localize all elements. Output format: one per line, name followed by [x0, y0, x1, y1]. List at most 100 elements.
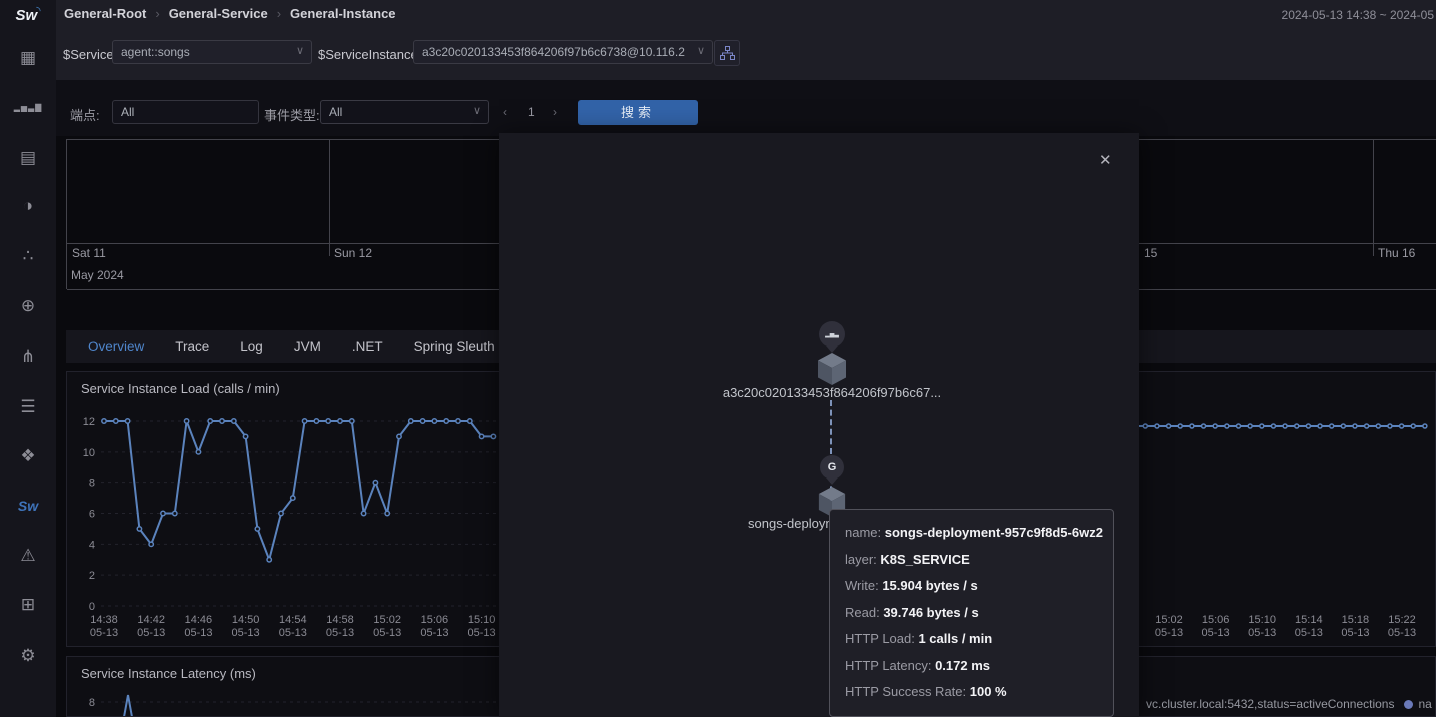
skywalking-logo-icon[interactable]: Sw	[0, 494, 56, 518]
tooltip-body: name: songs-deployment-957c9f8d5-6wz26la…	[845, 520, 1103, 706]
svg-text:05-13: 05-13	[373, 627, 401, 639]
svg-text:15:02: 15:02	[373, 614, 401, 626]
search-button[interactable]: 搜索	[578, 100, 698, 125]
instance-node-cube-icon[interactable]	[816, 352, 848, 386]
chevron-down-icon: ∨	[296, 40, 304, 62]
svg-text:14:50: 14:50	[232, 614, 260, 626]
next-page-button[interactable]: ›	[553, 100, 557, 124]
svg-text:8: 8	[89, 697, 95, 709]
endpoint-input[interactable]: All	[112, 100, 259, 124]
marketplace-icon[interactable]: ▦	[0, 46, 56, 70]
breadcrumb: General-Root›General-Service›General-Ins…	[64, 6, 396, 21]
prev-page-button[interactable]: ‹	[503, 100, 507, 124]
trace-topology-icon[interactable]: ❖	[0, 444, 56, 468]
svg-text:05-13: 05-13	[1388, 627, 1416, 639]
timeline-day-label: Thu 16	[1374, 246, 1415, 260]
service-select[interactable]: agent::songs ∨	[112, 40, 312, 64]
breadcrumb-service[interactable]: General-Service	[169, 6, 268, 21]
widgets-add-icon[interactable]: ⊞	[0, 593, 56, 617]
endpoint-label: 端点:	[70, 105, 100, 124]
tab-trace[interactable]: Trace	[175, 339, 209, 354]
tooltip-row: Write: 15.904 bytes / s	[845, 573, 1103, 600]
timeline-day-label: 15	[1140, 246, 1157, 260]
svg-text:15:10: 15:10	[468, 614, 496, 626]
tooltip-row: Read: 39.746 bytes / s	[845, 600, 1103, 627]
legend-series-name: na	[1418, 697, 1431, 711]
tab-log[interactable]: Log	[240, 339, 263, 354]
svg-text:15:06: 15:06	[1202, 614, 1230, 626]
topology-icon[interactable]: ⋔	[0, 345, 56, 369]
logo-swoosh-icon: ◝	[36, 5, 40, 17]
breadcrumb-root[interactable]: General-Root	[64, 6, 146, 21]
svg-text:12: 12	[83, 416, 95, 428]
pie-chart-icon[interactable]: ◑	[0, 194, 56, 218]
svg-text:15:10: 15:10	[1248, 614, 1276, 626]
service-instance-select[interactable]: a3c20c020133453f864206f97b6c6738@10.116.…	[413, 40, 713, 64]
tooltip-row: name: songs-deployment-957c9f8d5-6wz26	[845, 520, 1103, 547]
service-label: $Service	[63, 47, 114, 62]
chart-legend[interactable]: vc.cluster.local:5432,status=activeConne…	[1146, 697, 1432, 711]
tooltip-row: HTTP Latency: 0.172 ms	[845, 653, 1103, 680]
svg-text:05-13: 05-13	[232, 627, 260, 639]
metrics-chart-icon[interactable]: ▂▅▃▇	[0, 96, 56, 120]
svg-text:05-13: 05-13	[184, 627, 212, 639]
svg-text:6: 6	[89, 509, 95, 521]
svg-text:14:42: 14:42	[137, 614, 165, 626]
event-type-select-value: All	[329, 105, 342, 119]
timeline-day-label: Sat 11	[68, 246, 106, 260]
service-select-value: agent::songs	[121, 45, 190, 59]
app-logo[interactable]: Sw◝	[0, 4, 56, 24]
svg-text:05-13: 05-13	[1295, 627, 1323, 639]
svg-text:4: 4	[89, 539, 95, 551]
settings-gear-icon[interactable]: ⚙	[0, 644, 56, 668]
svg-text:05-13: 05-13	[279, 627, 307, 639]
svg-text:14:46: 14:46	[185, 614, 213, 626]
breadcrumb-separator: ›	[155, 6, 159, 21]
globe-icon[interactable]: ⊕	[0, 294, 56, 318]
svg-text:8: 8	[89, 478, 95, 490]
instance-node-label: a3c20c020133453f864206f97b6c67...	[682, 385, 982, 400]
svg-text:15:14: 15:14	[1295, 614, 1323, 626]
bar-chart-icon: ▂▅▃	[825, 331, 839, 338]
event-type-select[interactable]: All ∨	[320, 100, 489, 124]
timeline-day-label: Sun 12	[330, 246, 372, 260]
header-bar: General-Root›General-Service›General-Ins…	[56, 0, 1436, 80]
tab-spring-sleuth[interactable]: Spring Sleuth	[414, 339, 495, 354]
event-filter-bar: 端点: All 事件类型: All ∨ ‹ 1 › 搜索	[56, 80, 1436, 136]
node-tooltip: name: songs-deployment-957c9f8d5-6wz26la…	[829, 509, 1114, 717]
svg-text:15:18: 15:18	[1342, 614, 1370, 626]
svg-text:05-13: 05-13	[1248, 627, 1276, 639]
tab-jvm[interactable]: JVM	[294, 339, 321, 354]
timeline-month-label: May 2024	[71, 268, 124, 282]
chevron-down-icon: ∨	[697, 40, 705, 62]
time-range[interactable]: 2024-05-13 14:38 ~ 2024-05	[1282, 8, 1434, 22]
svg-text:14:58: 14:58	[326, 614, 354, 626]
list-icon[interactable]: ☰	[0, 395, 56, 419]
svg-text:05-13: 05-13	[1155, 627, 1183, 639]
tab--net[interactable]: .NET	[352, 339, 383, 354]
svg-text:14:54: 14:54	[279, 614, 307, 626]
svg-text:05-13: 05-13	[1341, 627, 1369, 639]
service-node-label: songs-deploym	[748, 516, 829, 531]
svg-text:10: 10	[83, 447, 95, 459]
timeline-gridline	[1373, 140, 1374, 256]
tooltip-row: layer: K8S_SERVICE	[845, 547, 1103, 574]
close-icon[interactable]: ✕	[1099, 153, 1112, 168]
service-node-pin[interactable]: G	[820, 455, 844, 479]
svg-text:05-13: 05-13	[1202, 627, 1230, 639]
svg-text:05-13: 05-13	[137, 627, 165, 639]
g-logo-icon: G	[828, 461, 837, 473]
instance-node-pin[interactable]: ▂▅▃	[819, 321, 845, 347]
tab-overview[interactable]: Overview	[88, 339, 144, 354]
database-icon[interactable]: ▤	[0, 146, 56, 170]
instance-topology-button[interactable]	[714, 40, 740, 66]
svg-text:05-13: 05-13	[90, 627, 118, 639]
svg-text:05-13: 05-13	[420, 627, 448, 639]
legend-dot-icon	[1404, 700, 1413, 709]
scatter-dots-icon[interactable]: ∴	[0, 244, 56, 268]
event-type-label: 事件类型:	[264, 105, 320, 124]
sitemap-icon	[720, 46, 735, 60]
alert-icon[interactable]: ⚠	[0, 544, 56, 568]
svg-text:15:02: 15:02	[1155, 614, 1183, 626]
breadcrumb-instance[interactable]: General-Instance	[290, 6, 396, 21]
